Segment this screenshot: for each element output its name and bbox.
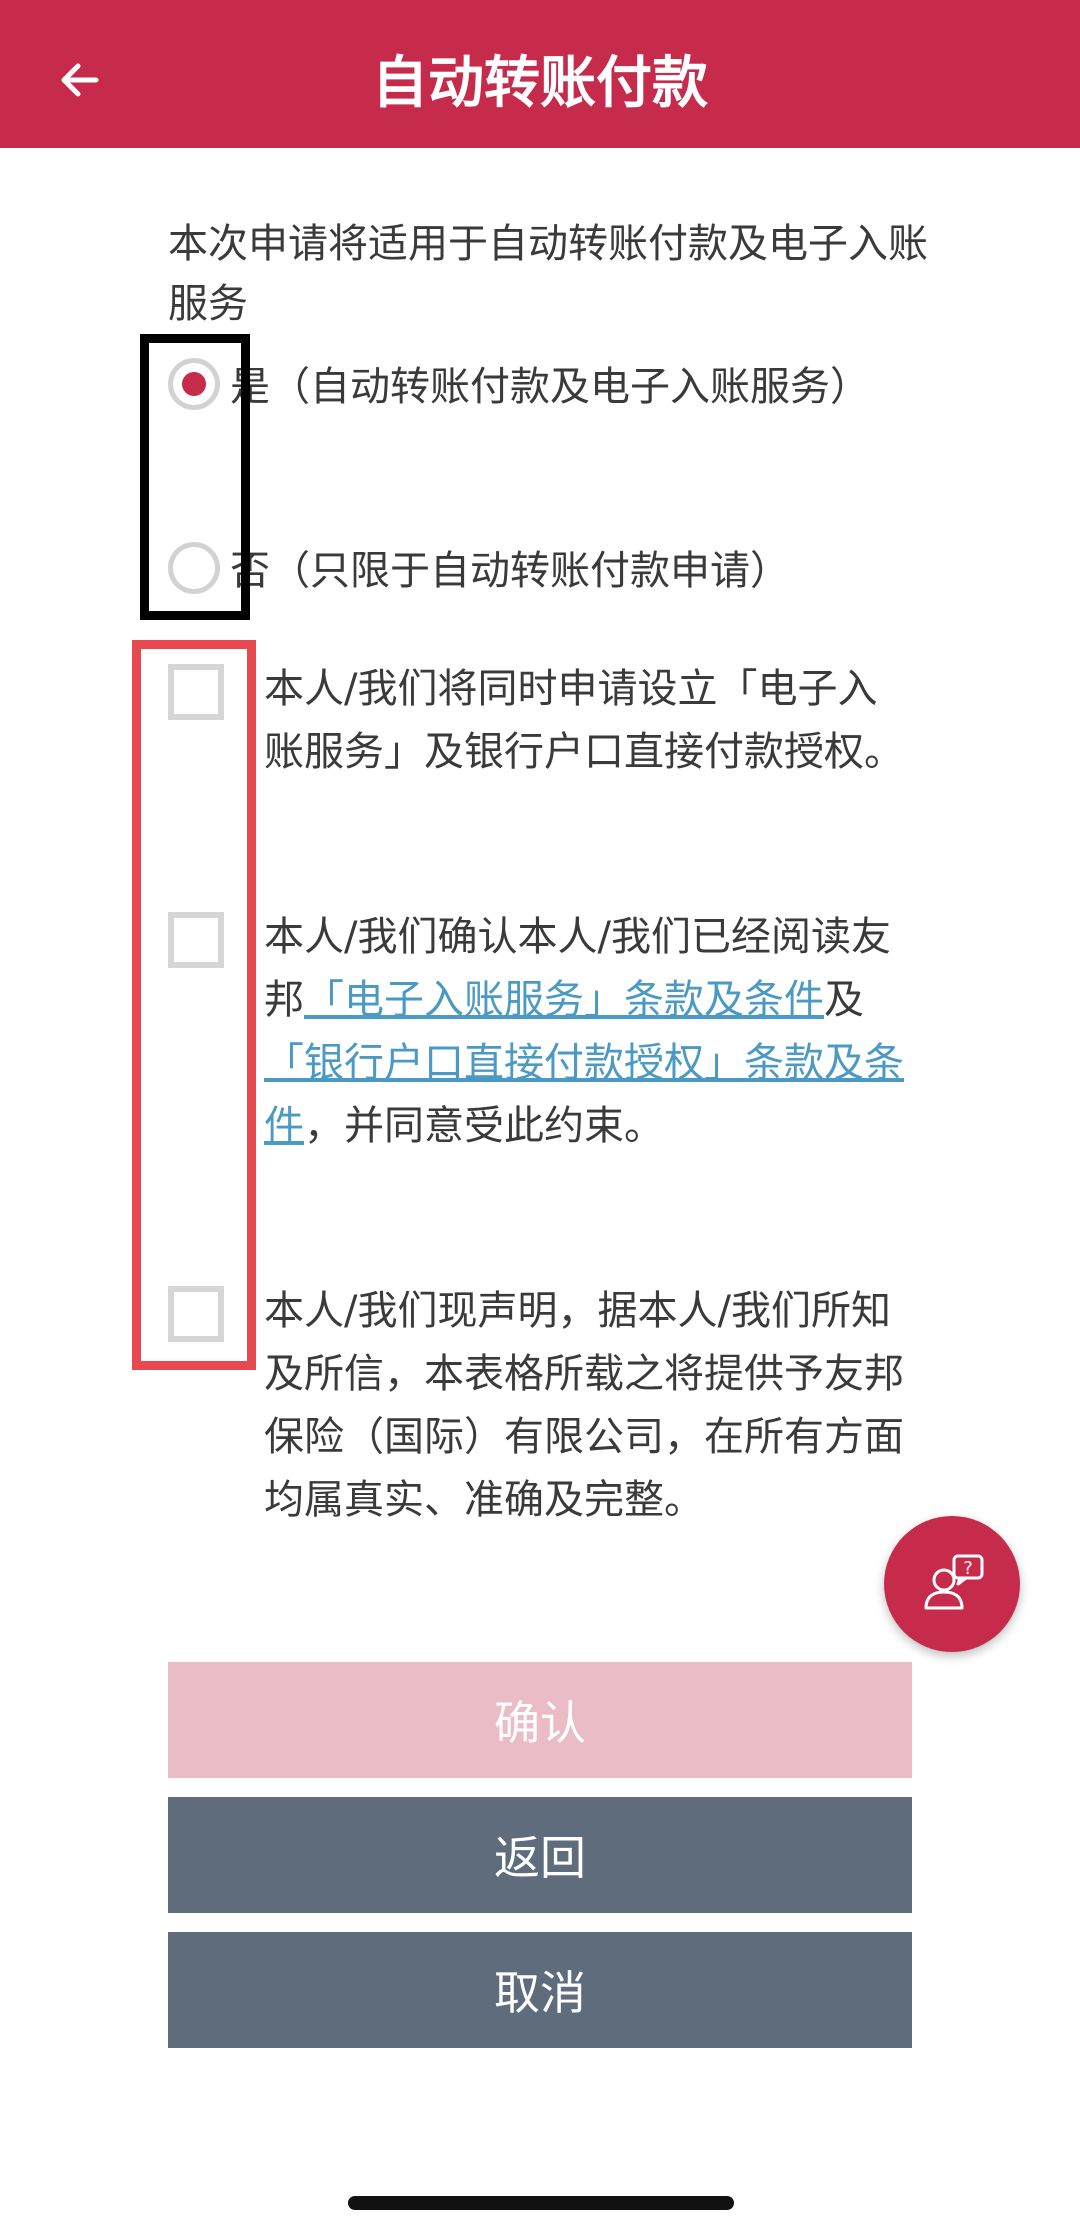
checkbox-declaration-label: 本人/我们现声明，据本人/我们所知及所信，本表格所载之将提供予友邦保险（国际）有… [264,1288,904,1523]
annotation-box-checkboxes [132,640,256,1370]
checkbox-declaration[interactable] [168,1286,224,1342]
checkbox-apply-edcs[interactable] [168,664,224,720]
terms-text-after: ，并同意受此约束。 [304,1103,664,1149]
cancel-button[interactable]: 取消 [168,1932,912,2048]
radio-no[interactable] [168,542,220,594]
svg-text:?: ? [963,1558,973,1579]
support-chat-icon: ? [924,1554,984,1610]
checkbox-confirm-terms-label: 本人/我们确认本人/我们已经阅读友邦「电子入账服务」条款及条件及「银行户口直接付… [264,906,904,1158]
app-header: 自动转账付款 [0,0,1080,148]
edcs-terms-link[interactable]: 「电子入账服务」条款及条件 [304,977,824,1023]
radio-option-no[interactable]: 否（只限于自动转账付款申请） [168,540,908,602]
radio-yes-label: 是（自动转账付款及电子入账服务） [230,364,870,410]
radio-no-label: 否（只限于自动转账付款申请） [230,548,790,594]
back-action-button[interactable]: 返回 [168,1797,912,1913]
checkbox-apply-edcs-label: 本人/我们将同时申请设立「电子入账服务」及银行户口直接付款授权。 [264,666,904,775]
home-indicator [348,2196,734,2210]
radio-option-yes[interactable]: 是（自动转账付款及电子入账服务） [168,356,908,418]
intro-text: 本次申请将适用于自动转账付款及电子入账服务 [168,221,928,327]
checkbox-confirm-terms[interactable] [168,912,224,968]
confirm-button[interactable]: 确认 [168,1662,912,1778]
radio-yes[interactable] [168,358,220,410]
terms-text-mid: 及 [824,977,864,1023]
page-title: 自动转账付款 [372,51,708,116]
support-chat-button[interactable]: ? [884,1516,1020,1652]
